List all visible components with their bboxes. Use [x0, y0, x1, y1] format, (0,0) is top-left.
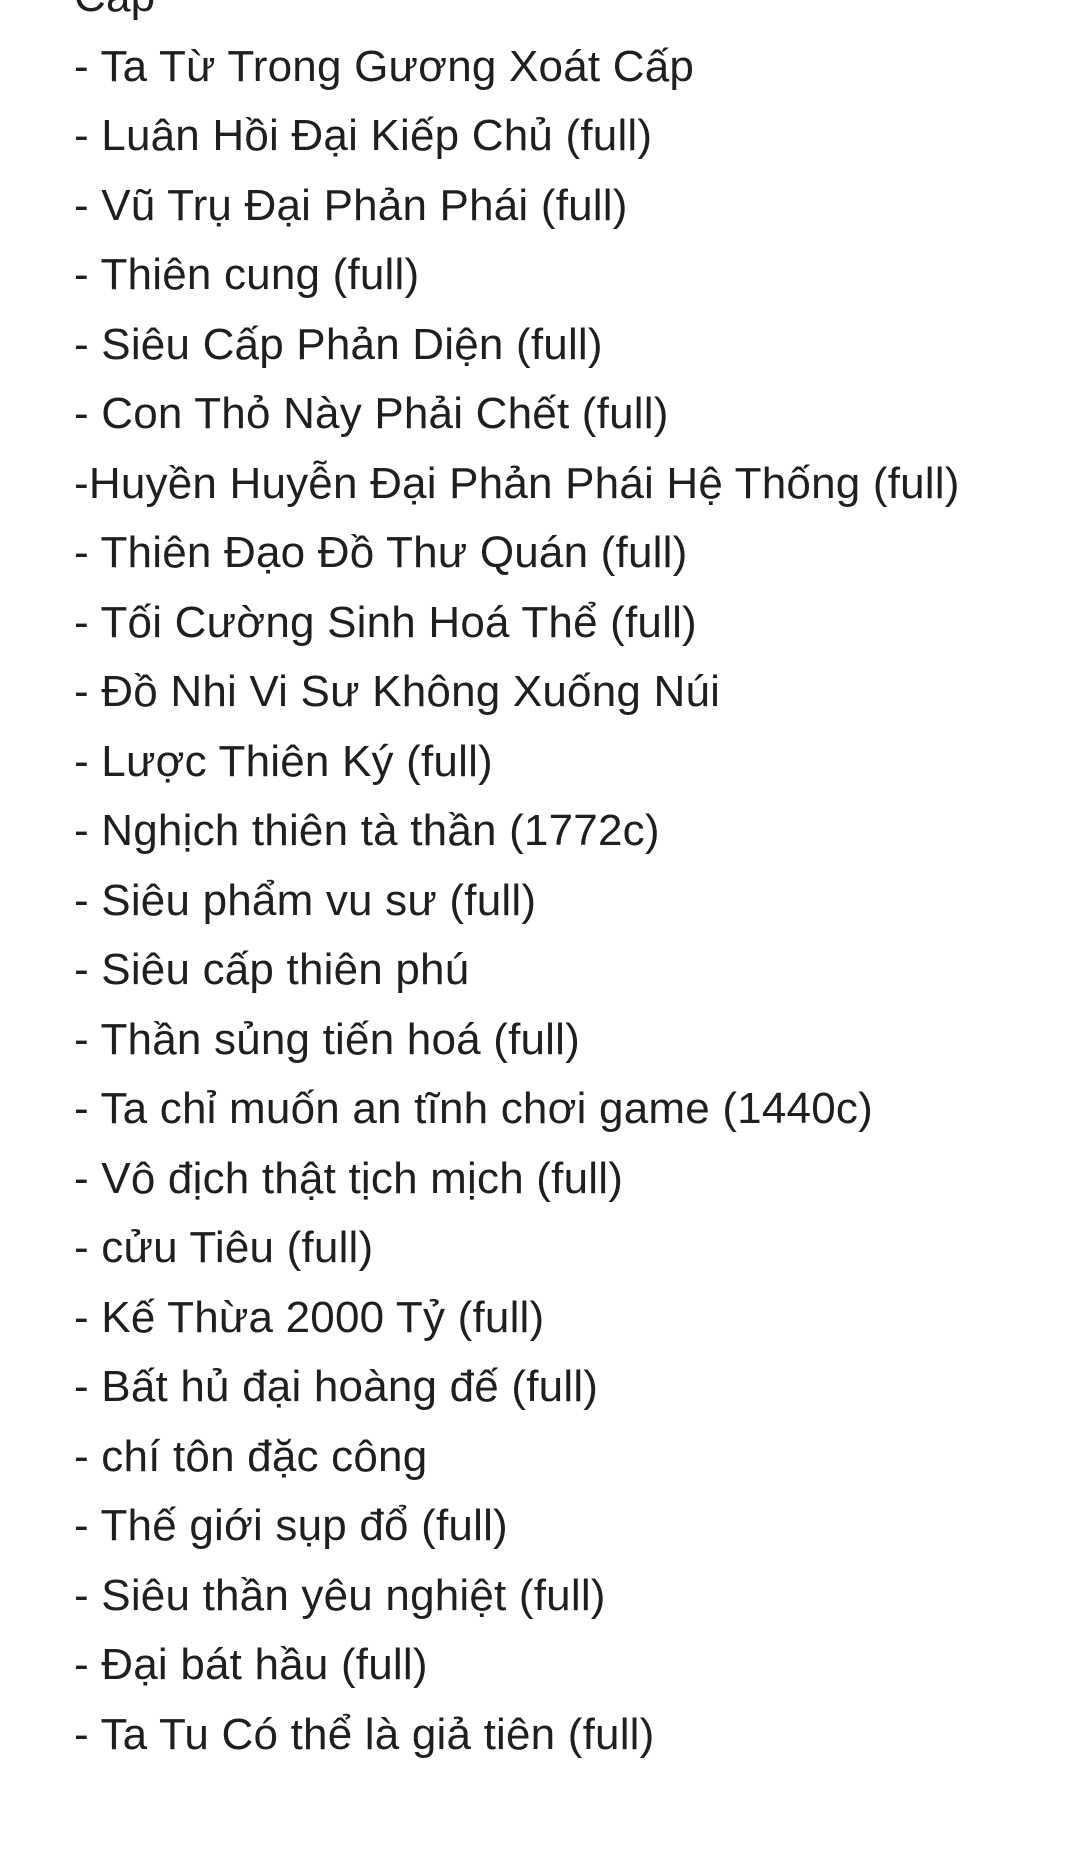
list-item: -Huyền Huyễn Đại Phản Phái Hệ Thống (ful… [74, 458, 960, 508]
list-item: - Nghịch thiên tà thần (1772c) [74, 806, 660, 855]
list-item: - Thiên Đạo Đồ Thư Quán (full) [74, 528, 688, 577]
list-item: - Ta Tu Có thể là giả tiên (full) [74, 1709, 655, 1759]
list-item: - Kế Thừa 2000 Tỷ (full) [74, 1292, 545, 1342]
list-item: - Thế giới sụp đổ (full) [74, 1501, 508, 1550]
list-item: - Tối Cường Sinh Hoá Thể (full) [74, 597, 697, 647]
list-item: - Siêu phẩm vu sư (full) [74, 875, 537, 925]
list-item: - cửu Tiêu (full) [74, 1223, 374, 1272]
list-item: - Bất hủ đại hoàng đế (full) [74, 1362, 599, 1411]
list-item: - Đồ Nhi Vi Sư Không Xuống Núi [74, 667, 721, 716]
list-item: - Con Thỏ Này Phải Chết (full) [74, 389, 669, 438]
list-item: - Thiên cung (full) [74, 250, 420, 299]
list-item: - Siêu thần yêu nghiệt (full) [74, 1570, 606, 1620]
list-item: Cấp [74, 0, 1054, 32]
list-item: - chí tôn đặc công [74, 1431, 428, 1481]
list-item: - Đại bát hầu (full) [74, 1640, 428, 1689]
list-item: - Siêu Cấp Phản Diện (full) [74, 319, 603, 369]
list-item: - Vũ Trụ Đại Phản Phái (full) [74, 180, 628, 230]
list-item: - Thần sủng tiến hoá (full) [74, 1014, 580, 1064]
story-list: Cấp - Ta Từ Trong Gương Xoát Cấp - Luân … [74, 0, 1054, 1769]
list-item: - Luân Hồi Đại Kiếp Chủ (full) [74, 111, 653, 160]
list-item: - Vô địch thật tịch mịch (full) [74, 1153, 624, 1203]
list-item: - Ta Từ Trong Gương Xoát Cấp [74, 41, 695, 91]
list-item: - Ta chỉ muốn an tĩnh chơi game (1440c) [74, 1084, 873, 1133]
list-item: - Lược Thiên Ký (full) [74, 736, 493, 786]
list-item: - Siêu cấp thiên phú [74, 945, 470, 994]
